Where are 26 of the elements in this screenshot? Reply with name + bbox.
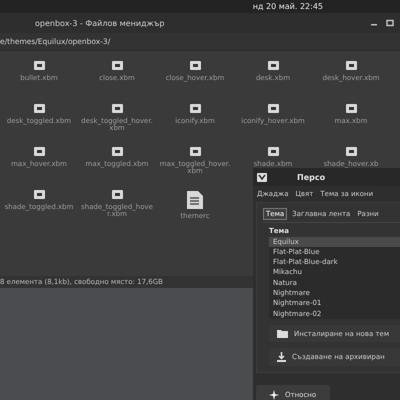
bitmap-file-icon[interactable] [34, 147, 44, 156]
bitmap-file-icon[interactable] [112, 190, 122, 199]
bitmap-file-icon[interactable] [190, 61, 200, 70]
star-icon [269, 390, 279, 400]
text-file-icon[interactable] [186, 190, 204, 210]
bitmap-file-icon[interactable] [268, 104, 278, 113]
clock-text: нд 20 май. 22:45 [252, 2, 323, 11]
bitmap-file-icon[interactable] [112, 104, 122, 113]
bitmap-file-icon[interactable] [268, 147, 278, 156]
window-title: openbox-3 - Файлов мениджър [35, 18, 166, 28]
bitmap-file-icon[interactable] [112, 147, 122, 156]
folder-icon [277, 329, 288, 338]
bitmap-file-icon[interactable] [34, 61, 44, 70]
download-icon [277, 352, 286, 362]
bitmap-file-icon[interactable] [190, 147, 200, 156]
bitmap-file-icon[interactable] [346, 61, 356, 70]
bitmap-file-icon[interactable] [346, 147, 356, 156]
bitmap-file-icon[interactable] [112, 61, 122, 70]
dialog-title: Персо [297, 172, 326, 182]
app-icon [257, 172, 267, 182]
bitmap-file-icon[interactable] [34, 190, 44, 199]
bitmap-file-icon[interactable] [346, 104, 356, 113]
bitmap-file-icon[interactable] [190, 104, 200, 113]
maximize-icon[interactable] [386, 19, 394, 27]
bitmap-file-icon[interactable] [34, 104, 44, 113]
bitmap-file-icon[interactable] [268, 61, 278, 70]
